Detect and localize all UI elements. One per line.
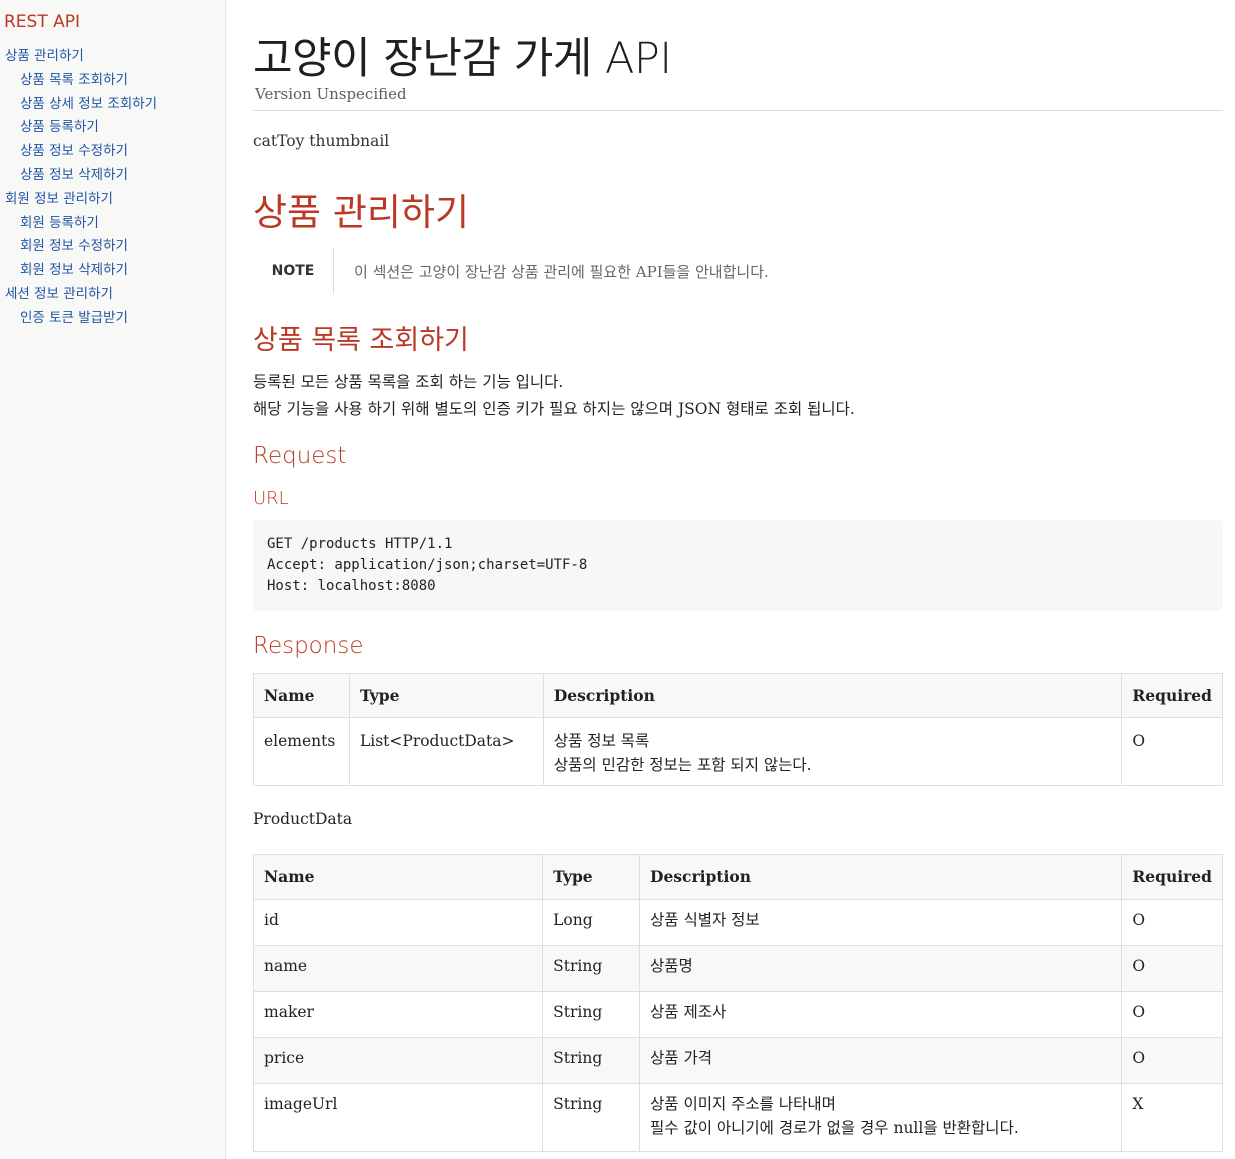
toc-item: 회원 정보 수정하기 [0,235,226,259]
column-header: Description [542,673,1123,718]
toc-list: 상품 관리하기 상품 목록 조회하기 상품 상세 정보 조회하기 상품 등록하기… [0,45,226,331]
description-line: 상품의 민감한 정보는 포함 되지 않는다. [553,756,812,774]
cell-name: price [252,1037,544,1084]
product-data-table: Name Type Description Required id Long 상… [252,854,1223,1152]
toc-item: 인증 토큰 발급받기 [0,307,226,331]
note-admonition: NOTE 이 섹션은 고양이 장난감 상품 관리에 필요한 API들을 안내합니… [253,248,1223,294]
toc-item: 상품 관리하기 [0,45,226,69]
table-header-row: Name Type Description Required [252,854,1223,900]
toc-item: 회원 정보 관리하기 [0,188,226,212]
note-text: 이 섹션은 고양이 장난감 상품 관리에 필요한 API들을 안내합니다. [354,262,769,281]
note-label: NOTE [253,248,334,294]
cell-required: O [1121,991,1223,1038]
toc-item: 상품 정보 삭제하기 [0,164,226,188]
cell-name: elements [253,717,350,786]
table-row: maker String 상품 제조사 O [252,991,1223,1038]
column-header: Description [638,854,1123,900]
cell-required: O [1121,945,1223,992]
toc-title: REST API [4,12,81,32]
cell-required: O [1121,717,1223,786]
cell-required: O [1121,899,1223,946]
cell-type: List<ProductData> [348,717,544,786]
table-caption: ProductData [253,810,353,828]
header-divider [253,110,1223,111]
cell-name: id [252,899,544,946]
toc-item: 회원 정보 삭제하기 [0,259,226,283]
cell-required: O [1121,1037,1223,1084]
code-content: GET /products HTTP/1.1 Accept: applicati… [267,536,588,594]
page-title: 고양이 장난감 가게 API [253,34,672,84]
section-title: 상품 관리하기 [253,191,470,234]
toc-item: 세션 정보 관리하기 [0,283,226,307]
cell-type: String [542,1037,640,1084]
description-line: 상품 이미지 주소를 나타내며 [650,1095,836,1113]
version-text: Version Unspecified [255,85,407,103]
toc-sidebar: REST API 상품 관리하기 상품 목록 조회하기 상품 상세 정보 조회하… [0,0,226,1159]
cell-description: 상품 제조사 [638,991,1123,1038]
toc-item: 상품 상세 정보 조회하기 [0,93,226,117]
description-line-2: 해당 기능을 사용 하기 위해 별도의 인증 키가 필요 하지는 않으며 JSO… [253,400,855,418]
column-header: Required [1121,673,1223,718]
cell-name: imageUrl [252,1083,544,1152]
response-heading: Response [253,633,364,659]
description-line: 필수 값이 아니기에 경로가 없을 경우 null을 반환합니다. [650,1119,1019,1137]
toc-item: 상품 등록하기 [0,116,226,140]
column-header: Type [542,854,640,900]
description-line: 상품 정보 목록 [553,732,650,750]
description-line-1: 등록된 모든 상품 목록을 조회 하는 기능 입니다. [253,373,564,391]
toc-link-product-delete[interactable]: 상품 정보 삭제하기 [0,164,226,188]
url-heading: URL [253,488,289,509]
toc-item: 회원 등록하기 [0,212,226,236]
toc-item: 상품 정보 수정하기 [0,140,226,164]
toc-link-session-management[interactable]: 세션 정보 관리하기 [0,283,226,307]
table-row: id Long 상품 식별자 정보 O [252,899,1223,946]
response-table: Name Type Description Required elements … [253,673,1223,786]
code-block: GET /products HTTP/1.1 Accept: applicati… [253,520,1223,611]
toc-link-product-update[interactable]: 상품 정보 수정하기 [0,140,226,164]
cell-description: 상품 가격 [638,1037,1123,1084]
toc-link-user-create[interactable]: 회원 등록하기 [0,212,226,236]
toc-link-product-list[interactable]: 상품 목록 조회하기 [0,69,226,93]
request-heading: Request [253,443,347,469]
column-header: Name [253,673,350,718]
toc-link-user-management[interactable]: 회원 정보 관리하기 [0,188,226,212]
subsection-title: 상품 목록 조회하기 [253,325,469,356]
toc-link-product-detail[interactable]: 상품 상세 정보 조회하기 [0,93,226,117]
cell-type: String [542,945,640,992]
cell-type: String [542,1083,640,1152]
toc-link-auth-token[interactable]: 인증 토큰 발급받기 [0,307,226,331]
image-alt-text: catToy thumbnail [253,132,390,150]
toc-link-user-delete[interactable]: 회원 정보 삭제하기 [0,259,226,283]
cell-description: 상품 이미지 주소를 나타내며 필수 값이 아니기에 경로가 없을 경우 nul… [638,1083,1123,1152]
table-row: price String 상품 가격 O [252,1037,1223,1084]
table-row: name String 상품명 O [252,945,1223,992]
cell-required: X [1121,1083,1223,1152]
table-row: elements List<ProductData> 상품 정보 목록 상품의 … [253,717,1223,786]
cell-name: maker [252,991,544,1038]
cell-description: 상품 식별자 정보 [638,899,1123,946]
column-header: Type [348,673,544,718]
cell-type: Long [542,899,640,946]
toc-item: 상품 목록 조회하기 [0,69,226,93]
table-row: imageUrl String 상품 이미지 주소를 나타내며 필수 값이 아니… [252,1083,1223,1152]
toc-link-product-management[interactable]: 상품 관리하기 [0,45,226,69]
column-header: Required [1121,854,1223,900]
table-header-row: Name Type Description Required [253,673,1223,718]
cell-name: name [252,945,544,992]
column-header: Name [252,854,544,900]
toc-link-product-create[interactable]: 상품 등록하기 [0,116,226,140]
cell-type: String [542,991,640,1038]
cell-description: 상품 정보 목록 상품의 민감한 정보는 포함 되지 않는다. [542,717,1123,786]
toc-link-user-update[interactable]: 회원 정보 수정하기 [0,235,226,259]
broken-image: catToy thumbnail [253,132,389,150]
cell-description: 상품명 [638,945,1123,992]
